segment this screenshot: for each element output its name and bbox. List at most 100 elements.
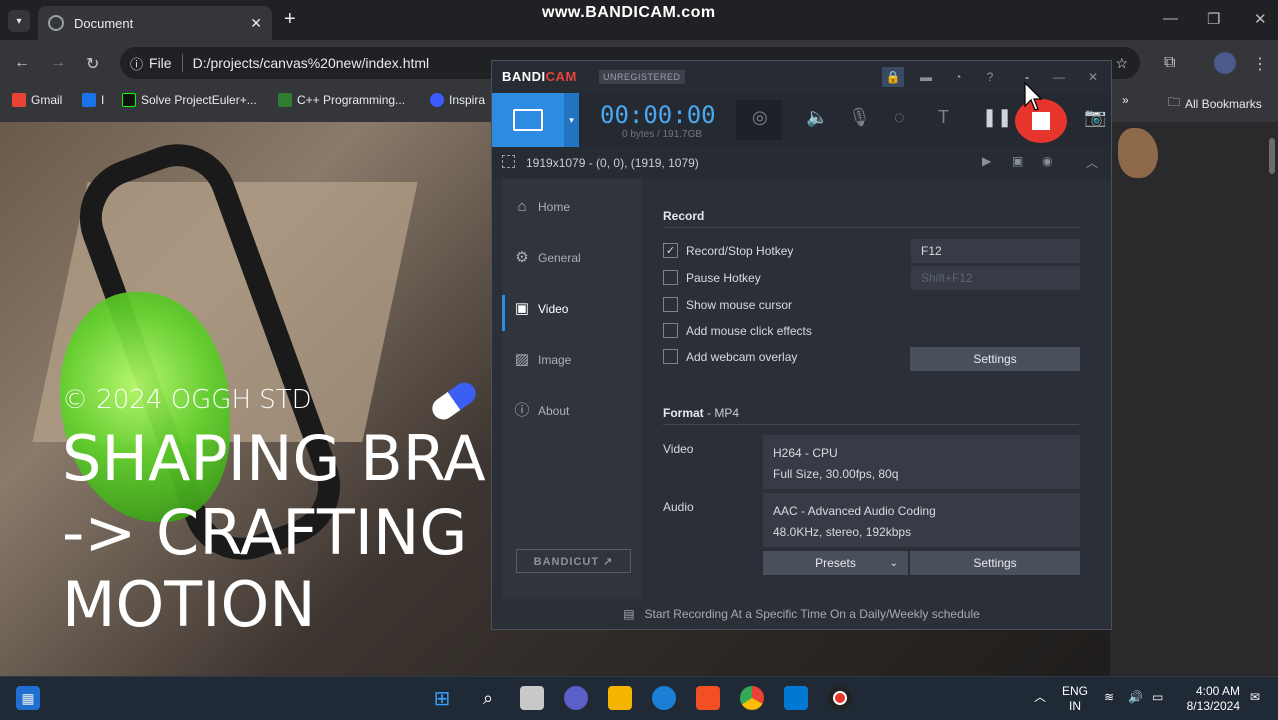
forward-icon[interactable]: → <box>50 54 66 72</box>
menu-icon[interactable]: ⋮ <box>1252 54 1268 74</box>
bandicam-taskbar-icon[interactable] <box>828 686 852 710</box>
windows-start-icon[interactable]: ⊞ <box>430 686 454 710</box>
active-indicator <box>502 295 505 331</box>
edge-icon[interactable] <box>652 686 676 710</box>
bandicam-logo: BANDICAM <box>502 69 577 84</box>
store-icon[interactable] <box>696 686 720 710</box>
folder-icon[interactable]: ▬ <box>915 67 937 87</box>
background-shape <box>1118 128 1158 178</box>
clock-icon[interactable]: ◔ <box>947 67 969 87</box>
text-overlay-icon[interactable]: T <box>938 107 949 128</box>
area-select-icon <box>502 155 515 168</box>
task-view-icon[interactable] <box>520 686 544 710</box>
video-icon: ▣ <box>514 300 530 317</box>
sidebar-item-image[interactable]: ▨ Image <box>514 352 571 368</box>
tab-document[interactable]: Document ✕ <box>38 6 272 40</box>
chat-icon: ▤ <box>623 607 635 621</box>
record-stop-hotkey-checkbox[interactable]: ✓ Record/Stop Hotkey <box>663 243 793 258</box>
lock-icon[interactable]: 🔒 <box>882 67 904 87</box>
bookmark-gmail[interactable]: Gmail <box>12 93 62 107</box>
close-icon[interactable]: ✕ <box>1082 67 1104 87</box>
bookmark-2[interactable]: I <box>82 93 104 107</box>
back-icon[interactable]: ← <box>14 54 30 72</box>
bandicut-button[interactable]: BANDICUT ↗ <box>516 549 631 573</box>
checkbox-icon <box>663 349 678 364</box>
video-format-box[interactable]: H264 - CPU Full Size, 30.00fps, 80q <box>763 435 1080 489</box>
close-tab-icon[interactable]: ✕ <box>250 15 262 32</box>
webcam-off-icon: ◎ <box>752 107 768 127</box>
presets-button[interactable]: Presets ⌄ <box>763 551 908 575</box>
webcam-settings-button[interactable]: Settings <box>910 347 1080 371</box>
checkbox-icon <box>663 270 678 285</box>
info-icon: ⓘ <box>514 402 530 419</box>
extensions-icon[interactable]: ⧉ <box>1164 54 1175 72</box>
format-heading: Format - MP4 <box>663 406 740 420</box>
chrome-icon[interactable] <box>740 686 764 710</box>
webcam-overlay-checkbox[interactable]: Add webcam overlay <box>663 349 797 364</box>
speaker-icon[interactable]: 🔈 <box>806 107 828 128</box>
profile-avatar[interactable] <box>1214 52 1236 74</box>
hero-line-1: SHAPING BRA <box>62 422 486 495</box>
widgets-icon[interactable]: ▦ <box>16 686 40 710</box>
microphone-off-icon[interactable]: 🎙 <box>848 107 871 128</box>
broadcast-icon[interactable]: ◉ <box>1042 154 1052 168</box>
copyright-text: © 2024 OGGH STD <box>62 385 312 415</box>
audio-format-box[interactable]: AAC - Advanced Audio Coding 48.0KHz, ste… <box>763 493 1080 547</box>
new-tab-button[interactable]: + <box>284 8 296 31</box>
pause-icon[interactable]: ❚❚ <box>982 107 1012 128</box>
format-settings-button[interactable]: Settings <box>910 551 1080 575</box>
close-window-icon[interactable]: ✕ <box>1254 10 1267 28</box>
screen-mode-button[interactable] <box>492 93 564 147</box>
more-bookmarks-icon[interactable]: » <box>1122 93 1129 107</box>
hackerrank-icon <box>122 93 136 107</box>
pause-hotkey-checkbox[interactable]: Pause Hotkey <box>663 270 761 285</box>
schedule-text: Start Recording At a Specific Time On a … <box>644 607 980 621</box>
pause-hotkey-field[interactable]: Shift+F12 <box>911 266 1080 290</box>
bookmark-cpp[interactable]: C++ Programming... <box>278 93 405 107</box>
collapse-icon[interactable]: ︿ <box>1086 154 1098 171</box>
language-indicator[interactable]: ENG IN <box>1062 684 1088 714</box>
video-icon[interactable]: ▶ <box>982 154 991 168</box>
star-icon[interactable]: ☆ <box>1115 55 1128 72</box>
bookmark-projecteuler[interactable]: Solve ProjectEuler+... <box>122 93 257 107</box>
click-effects-checkbox[interactable]: Add mouse click effects <box>663 323 812 338</box>
scrollbar-thumb[interactable] <box>1269 138 1275 174</box>
camera-icon[interactable]: 📷 <box>1084 107 1106 128</box>
mouse-effect-icon[interactable]: ◌ <box>894 107 905 128</box>
info-icon[interactable]: ⓘ <box>130 54 143 73</box>
site-info-label[interactable]: File <box>149 55 172 71</box>
reload-icon[interactable]: ↻ <box>86 54 99 74</box>
minimize-icon[interactable]: — <box>1048 67 1070 87</box>
record-hotkey-field[interactable]: F12 <box>911 239 1080 263</box>
divider <box>663 227 1079 228</box>
minimize-icon[interactable]: — <box>1163 10 1178 27</box>
vscode-icon[interactable] <box>784 686 808 710</box>
sidebar-item-video[interactable]: ▣ Video <box>514 300 569 317</box>
battery-icon[interactable]: ▭ <box>1152 690 1163 705</box>
sidebar-item-home[interactable]: ⌂ Home <box>514 199 570 215</box>
all-bookmarks[interactable]: 🗀 All Bookmarks <box>1168 93 1262 114</box>
video-settings-panel: Record ✓ Record/Stop Hotkey F12 Pause Hot… <box>642 179 1099 599</box>
show-cursor-checkbox[interactable]: Show mouse cursor <box>663 297 792 312</box>
file-explorer-icon[interactable] <box>608 686 632 710</box>
file-size: 0 bytes / 191.7GB <box>622 129 703 140</box>
notifications-icon[interactable]: ✉ <box>1250 690 1260 705</box>
page-scrollbar[interactable] <box>1268 128 1276 668</box>
help-icon[interactable]: ? <box>979 67 1001 87</box>
sidebar-item-about[interactable]: ⓘ About <box>514 403 569 419</box>
schedule-footer[interactable]: ▤ Start Recording At a Specific Time On … <box>492 599 1111 629</box>
mode-dropdown-icon[interactable]: ▾ <box>564 93 579 147</box>
sidebar-item-general[interactable]: ⚙ General <box>514 250 580 266</box>
teams-icon[interactable] <box>564 686 588 710</box>
clock[interactable]: 4:00 AM 8/13/2024 <box>1184 684 1240 714</box>
restore-icon[interactable]: ❐ <box>1207 10 1220 28</box>
search-icon[interactable]: ⌕ <box>476 686 500 710</box>
tab-search-button[interactable]: ▾ <box>8 10 30 32</box>
wifi-icon[interactable]: ≋ <box>1104 690 1114 705</box>
image-icon[interactable]: ▣ <box>1012 154 1023 168</box>
stop-icon <box>1032 112 1050 130</box>
bookmark-inspira[interactable]: Inspira <box>430 93 485 107</box>
volume-icon[interactable]: 🔊 <box>1128 690 1143 705</box>
show-hidden-icons[interactable]: ︿ <box>1034 690 1046 705</box>
url-text[interactable]: D:/projects/canvas%20new/index.html <box>193 55 430 71</box>
